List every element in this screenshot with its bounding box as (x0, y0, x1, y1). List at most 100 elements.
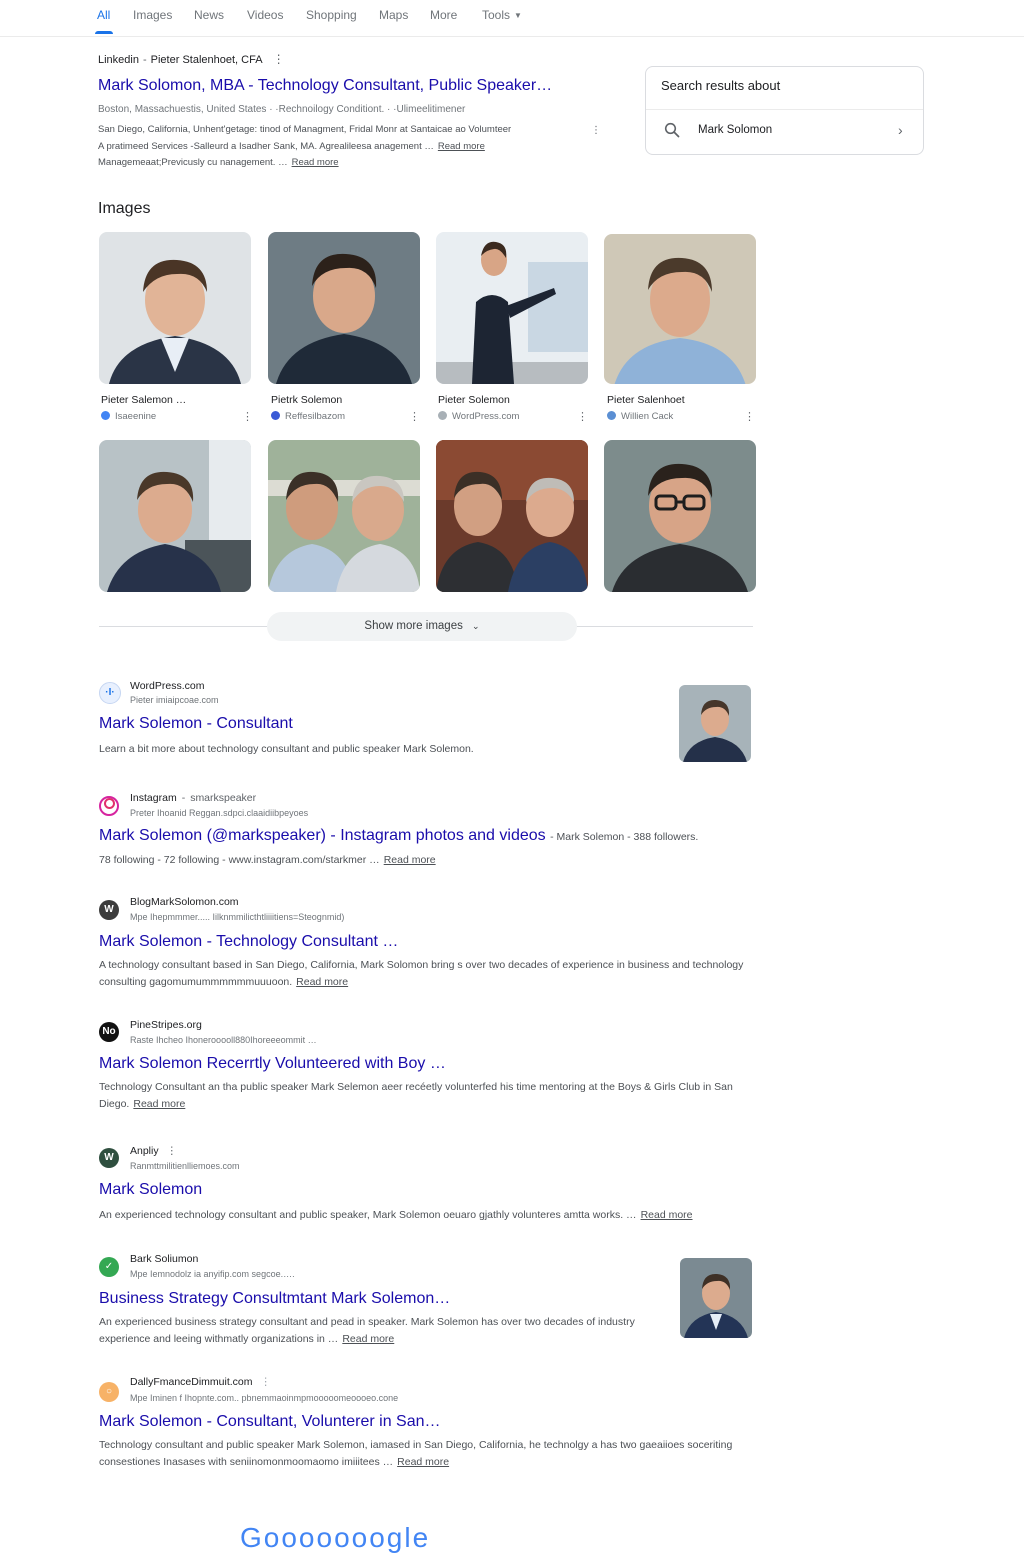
google-logo[interactable]: Gooooooogle (240, 1522, 430, 1554)
result-site-name: WordPress.com (130, 680, 205, 692)
result-snippet-text: A technology consultant based in San Die… (99, 959, 744, 988)
snippet-line-1: San Diego, California, Unhent'getage: ti… (98, 124, 512, 135)
result-site-name: Linkedin (98, 54, 139, 66)
tab-images[interactable]: Images (133, 8, 172, 22)
result-source-line: Linkedin - Pieter Stalenhoet, CFA ⋮ (98, 52, 285, 66)
result-source-line: Instagram - smarkspeaker (130, 792, 257, 804)
read-more-link[interactable]: Read more (133, 1098, 185, 1110)
search-tabs: All Images News Videos Shopping Maps Mor… (0, 0, 1024, 37)
result-title[interactable]: Mark Solomon, MBA - Technology Consultan… (98, 77, 552, 95)
image-caption-title[interactable]: Pieter Salenhoet (607, 394, 685, 406)
panel-title: Search results about (661, 78, 781, 93)
result-title[interactable]: Mark Solemon (@markspeaker) - Instagram … (99, 827, 546, 844)
more-options-icon[interactable]: ⋮ (577, 410, 588, 423)
result-snippet: Technology Consultant an tha public spea… (99, 1079, 759, 1112)
result-site-url: Pieter imiaipcoae.com (130, 695, 219, 705)
site-favicon-icon: ✓ (99, 1257, 119, 1277)
image-thumbnail[interactable] (604, 234, 756, 384)
source-favicon-icon (101, 411, 110, 420)
image-caption-source-text: Reffesilbazom (285, 411, 346, 422)
tab-shopping[interactable]: Shopping (306, 8, 357, 22)
image-caption-source: Reffesilbazom (271, 411, 345, 422)
result-site-handle: smarkspeaker (190, 792, 257, 804)
result-site-name: DallyFmanceDimmuit.com (130, 1376, 253, 1388)
result-site-name: Bark Soliumon (130, 1253, 199, 1265)
result-snippet: 78 following - 72 following - www.instag… (99, 852, 759, 869)
chevron-right-icon: › (898, 122, 903, 138)
tab-news[interactable]: News (194, 8, 224, 22)
images-section-title: Images (98, 200, 151, 217)
result-snippet: Learn a bit more about technology consul… (99, 743, 474, 755)
image-caption-title[interactable]: Pieter Salemon … (101, 394, 186, 406)
image-caption-source-text: Willien Cack (621, 411, 674, 422)
more-options-icon[interactable]: ⋮ (167, 1145, 178, 1157)
more-options-icon[interactable]: ⋮ (591, 125, 601, 136)
result-snippet-text: 78 following - 72 following - www.instag… (99, 854, 380, 866)
source-favicon-icon (271, 411, 280, 420)
result-site-name-line: DallyFmanceDimmuit.com ⋮ (130, 1376, 271, 1388)
result-snippet: An experienced technology consultant and… (99, 1207, 779, 1224)
result-thumbnail[interactable] (680, 1258, 752, 1338)
pinestripes-favicon-icon: No (99, 1022, 119, 1042)
image-caption-source-text: WordPress.com (452, 411, 520, 422)
result-title[interactable]: Mark Solemon Recerrtly Volunteered with … (99, 1055, 446, 1073)
about-query-row[interactable]: Mark Solomon › (646, 110, 923, 154)
result-site-url: Mpe Iminen f Ihopnte.com.. pbnemmaoinmpm… (130, 1393, 399, 1403)
result-title[interactable]: Business Strategy Consultmtant Mark Sole… (99, 1290, 450, 1308)
image-thumbnail[interactable] (268, 232, 420, 384)
result-title[interactable]: Mark Solemon - Technology Consultant … (99, 933, 398, 951)
tab-videos[interactable]: Videos (247, 8, 283, 22)
image-caption-title[interactable]: Pieter Solemon (438, 394, 510, 406)
result-snippet: An experienced business strategy consult… (99, 1314, 644, 1347)
tab-more[interactable]: More (430, 8, 457, 22)
image-thumbnail[interactable] (99, 440, 251, 592)
read-more-link[interactable]: Read more (342, 1333, 394, 1345)
image-caption-source-text: Isaeenine (115, 411, 157, 422)
image-thumbnail[interactable] (604, 440, 756, 592)
more-options-icon[interactable]: ⋮ (744, 410, 755, 423)
result-thumbnail[interactable] (679, 685, 751, 762)
image-thumbnail[interactable] (99, 232, 251, 384)
image-caption-source: Isaeenine (101, 411, 156, 422)
read-more-link[interactable]: Read more (397, 1456, 449, 1468)
tab-all[interactable]: All (97, 8, 110, 22)
show-more-images-label: Show more images (364, 620, 463, 632)
image-thumbnail[interactable] (268, 440, 420, 592)
result-title[interactable]: Mark Solemon - Consultant (99, 715, 293, 733)
image-thumbnail[interactable] (436, 232, 588, 384)
snippet-line-2: A pratimeed Services -Salleurd a Isadher… (98, 140, 434, 152)
result-title[interactable]: Mark Solemon (99, 1181, 202, 1199)
result-title-suffix: - Mark Solemon - 388 followers. (550, 831, 699, 843)
read-more-link[interactable]: Read more (641, 1209, 693, 1221)
wordpress-favicon-icon: ·I· (99, 682, 121, 704)
result-site-name: BlogMarkSolomon.com (130, 896, 239, 908)
wordpress-favicon-icon: W (99, 900, 119, 920)
snippet-line-3: Managemeaat;Previcusly cu nanagement. … (98, 157, 288, 168)
tab-tools-label: Tools (482, 8, 511, 22)
result-site-url: Preter Ihoanid Reggan.sdpci.claaidiibpey… (130, 808, 309, 818)
result-snippet: San Diego, California, Unhent'getage: ti… (98, 122, 618, 172)
result-title[interactable]: Mark Solemon - Consultant, Volunterer in… (99, 1413, 441, 1431)
image-caption-title[interactable]: Pietrk Solemon (271, 394, 342, 406)
result-snippet: Technology consultant and public speaker… (99, 1437, 759, 1470)
show-more-images-button[interactable]: Show more images ⌄ (267, 612, 577, 641)
result-snippet: A technology consultant based in San Die… (99, 957, 759, 990)
tab-tools[interactable]: Tools ▼ (482, 8, 522, 22)
result-site-name-line: Anpliy ⋮ (130, 1145, 177, 1157)
result-title-line: Mark Solemon (@markspeaker) - Instagram … (99, 827, 698, 845)
more-options-icon[interactable]: ⋮ (409, 410, 420, 423)
read-more-link[interactable]: Read more (384, 854, 436, 866)
more-options-icon[interactable]: ⋮ (242, 410, 253, 423)
caret-down-icon: ▼ (514, 11, 522, 20)
tab-maps[interactable]: Maps (379, 8, 408, 22)
read-more-link[interactable]: Read more (438, 141, 485, 152)
read-more-link[interactable]: Read more (296, 976, 348, 988)
read-more-link[interactable]: Read more (292, 157, 339, 168)
wordpress-favicon-icon: W (99, 1148, 119, 1168)
image-thumbnail[interactable] (436, 440, 588, 592)
source-favicon-icon (438, 411, 447, 420)
more-options-icon[interactable]: ⋮ (273, 52, 285, 66)
result-meta: Boston, Massachuestis, United States · ·… (98, 104, 466, 115)
result-snippet-text: An experienced technology consultant and… (99, 1209, 637, 1221)
more-options-icon[interactable]: ⋮ (261, 1376, 272, 1388)
